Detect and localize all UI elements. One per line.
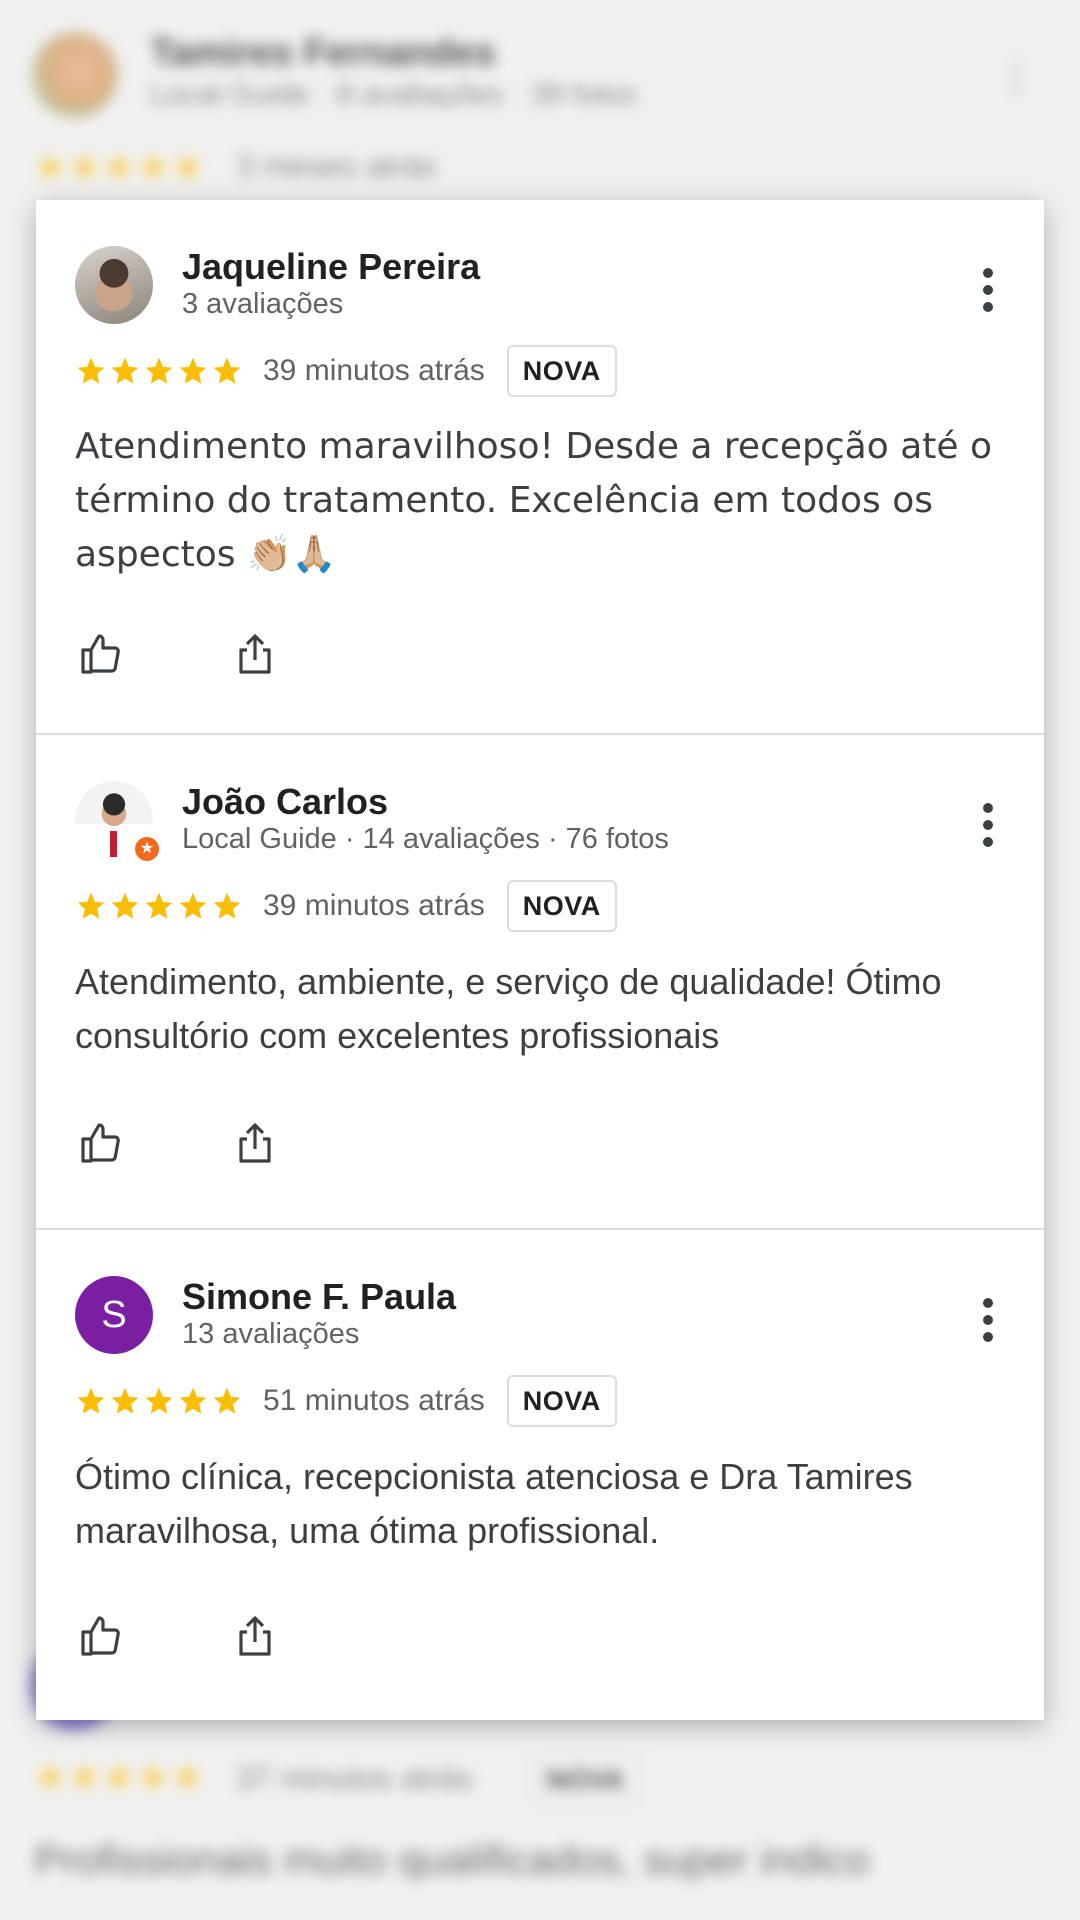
review-time: 39 minutos atrás (263, 354, 485, 387)
new-badge: NOVA (506, 345, 617, 397)
review-actions (75, 1117, 281, 1169)
rating-row: 39 minutos atrás NOVA (75, 879, 617, 933)
star-icon (179, 1387, 207, 1414)
review-card: Jaqueline Pereira 3 avaliações 39 minuto… (36, 200, 1044, 1720)
new-badge: NOVA (506, 1375, 617, 1427)
star-icon (77, 357, 105, 384)
share-icon (239, 634, 271, 674)
star-icon (111, 892, 139, 919)
more-vert-icon: ⋮ (996, 56, 1036, 100)
star-rating (75, 890, 243, 922)
star-icon (213, 892, 241, 919)
star-icon (179, 892, 207, 919)
review-item: ★ João Carlos Local Guide · 14 avaliaçõe… (36, 735, 1044, 1230)
review-text: Ótimo clínica, recepcionista atenciosa e… (75, 1456, 913, 1551)
star-rating (75, 1385, 243, 1417)
more-vert-icon[interactable] (982, 268, 994, 312)
review-time: 3 meses atrás (236, 148, 437, 184)
new-badge: NOVA (506, 880, 617, 932)
share-button[interactable] (229, 1117, 281, 1169)
share-icon (239, 1616, 271, 1656)
review-text: Atendimento, ambiente, e serviço de qual… (75, 961, 942, 1056)
star-icon (111, 1387, 139, 1414)
reviewer-name[interactable]: João Carlos (182, 781, 388, 823)
review-time: 51 minutos atrás (263, 1384, 485, 1417)
star-icon (145, 892, 173, 919)
reviewer-meta: 3 avaliações (182, 288, 344, 320)
star-icon (179, 357, 207, 384)
reviewer-name[interactable]: Simone F. Paula (182, 1276, 456, 1318)
review-text: Profissionais muito qualificados, super … (34, 1836, 870, 1883)
reviewer-meta: 13 avaliações (182, 1318, 360, 1350)
reviewer-meta: Local Guide · 14 avaliações · 76 fotos (182, 823, 669, 855)
like-button[interactable] (75, 1610, 127, 1662)
reviewer-meta: Local Guide · 8 avaliações · 39 fotos (150, 78, 637, 111)
avatar (32, 32, 118, 118)
thumb-up-icon (81, 1616, 120, 1656)
review-item: S Simone F. Paula 13 avaliações 51 minut… (36, 1230, 1044, 1720)
review-text: Atendimento maravilhoso! Desde a recepçã… (75, 426, 992, 575)
star-icon (145, 357, 173, 384)
star-icon (213, 357, 241, 384)
local-guide-badge: ★ (133, 835, 161, 863)
like-button[interactable] (75, 628, 127, 680)
star-icon (77, 1387, 105, 1414)
review-time: 37 minutos atrás (236, 1760, 473, 1796)
review-time: 39 minutos atrás (263, 889, 485, 922)
star-icon (213, 1387, 241, 1414)
share-button[interactable] (229, 628, 281, 680)
star-rating: ★★★★★ (34, 1756, 206, 1797)
rating-row: 39 minutos atrás NOVA (75, 344, 617, 398)
rating-row: 51 minutos atrás NOVA (75, 1374, 617, 1428)
review-actions (75, 628, 281, 680)
avatar[interactable] (75, 246, 153, 324)
new-badge: NOVA (530, 1756, 641, 1804)
more-vert-icon[interactable] (982, 1298, 994, 1342)
more-vert-icon[interactable] (982, 803, 994, 847)
review-item: Jaqueline Pereira 3 avaliações 39 minuto… (36, 200, 1044, 735)
reviewer-name: Tamires Fernandes (150, 32, 496, 74)
star-icon (77, 892, 105, 919)
thumb-up-icon (81, 634, 120, 674)
like-button[interactable] (75, 1117, 127, 1169)
share-button[interactable] (229, 1610, 281, 1662)
star-icon (111, 357, 139, 384)
thumb-up-icon (81, 1123, 120, 1163)
share-icon (239, 1123, 271, 1163)
reviewer-name[interactable]: Jaqueline Pereira (182, 246, 480, 288)
star-rating: ★★★★★ (34, 146, 206, 187)
star-icon (145, 1387, 173, 1414)
avatar[interactable]: S (75, 1276, 153, 1354)
star-rating (75, 355, 243, 387)
review-actions (75, 1610, 281, 1662)
